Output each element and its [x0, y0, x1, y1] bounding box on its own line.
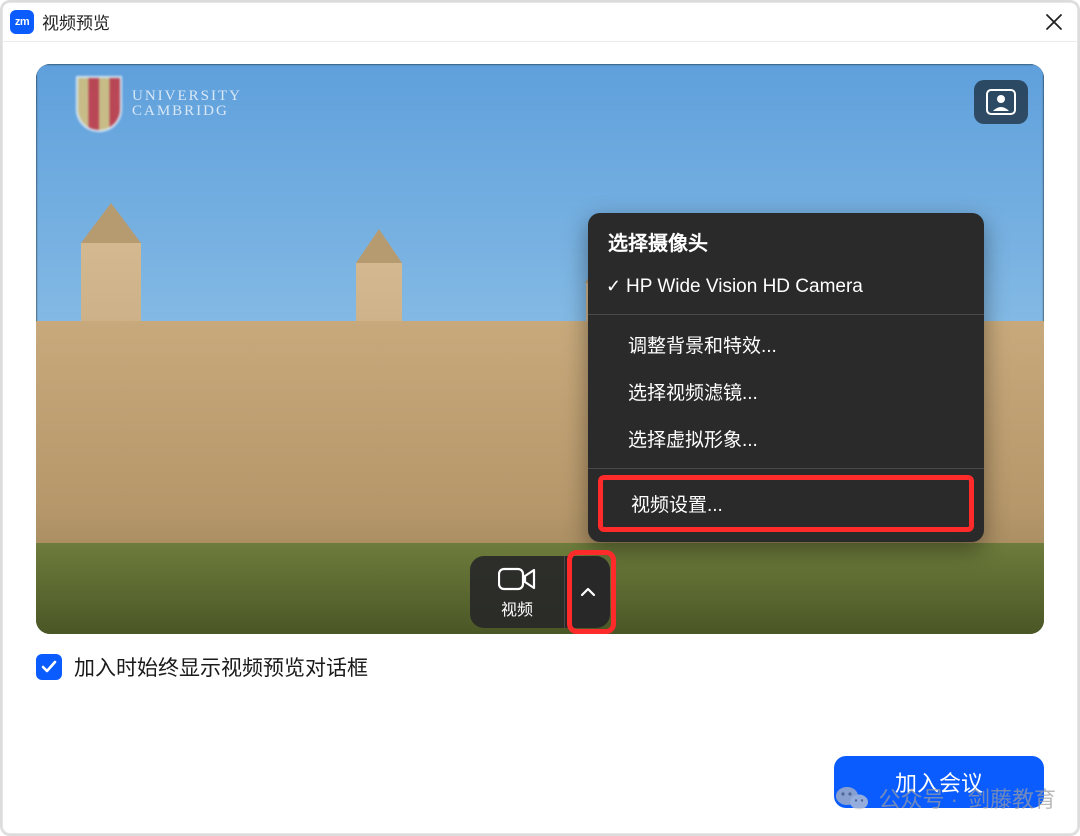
person-in-frame-icon	[986, 89, 1016, 115]
close-icon	[1045, 13, 1063, 31]
camera-option-label: HP Wide Vision HD Camera	[626, 276, 863, 298]
virtual-background-button[interactable]	[974, 80, 1028, 124]
crest-shield-icon	[76, 76, 122, 132]
check-icon	[606, 276, 626, 298]
menu-divider	[588, 314, 984, 315]
close-button[interactable]	[1038, 6, 1070, 38]
dialog-title: 视频预览	[42, 9, 110, 34]
camera-menu-header: 选择摄像头	[588, 213, 984, 266]
always-show-preview-row: 加入时始终显示视频预览对话框	[36, 652, 1044, 682]
chevron-up-icon	[580, 587, 596, 597]
video-camera-icon	[498, 566, 536, 592]
menu-divider	[588, 468, 984, 469]
menu-item-label: 调整背景和特效...	[628, 331, 777, 358]
menu-video-settings[interactable]: 视频设置...	[598, 475, 974, 532]
crest-text-line1: UNIVERSITY	[132, 89, 242, 104]
menu-choose-avatar[interactable]: 选择虚拟形象...	[588, 415, 984, 462]
menu-item-label: 视频设置...	[631, 495, 723, 516]
camera-option-hp[interactable]: HP Wide Vision HD Camera	[588, 266, 984, 308]
menu-adjust-background[interactable]: 调整背景和特效...	[588, 321, 984, 368]
camera-select-menu: 选择摄像头 HP Wide Vision HD Camera 调整背景和特效..…	[588, 213, 984, 542]
menu-choose-filter[interactable]: 选择视频滤镜...	[588, 368, 984, 415]
checkmark-icon	[41, 660, 57, 674]
video-options-chevron-button[interactable]	[564, 556, 610, 628]
video-control-cluster: 视频	[470, 556, 610, 628]
video-button-label: 视频	[501, 596, 533, 620]
crest-text-line2: CAMBRIDG	[132, 104, 242, 119]
video-preview-area: UNIVERSITY CAMBRIDG 选择摄像头 HP Wide Vision…	[36, 64, 1044, 634]
toggle-video-button[interactable]: 视频	[470, 556, 564, 628]
always-show-preview-label: 加入时始终显示视频预览对话框	[74, 652, 368, 682]
menu-item-label: 选择视频滤镜...	[628, 378, 758, 405]
video-preview-dialog: zm 视频预览 UNIVERSITY CAMBRIDG	[0, 0, 1080, 836]
title-bar: zm 视频预览	[2, 2, 1078, 42]
always-show-preview-checkbox[interactable]	[36, 654, 62, 680]
join-meeting-button[interactable]: 加入会议	[834, 756, 1044, 808]
menu-item-label: 选择虚拟形象...	[628, 425, 758, 452]
cambridge-crest: UNIVERSITY CAMBRIDG	[76, 76, 242, 132]
app-logo: zm	[10, 10, 34, 34]
